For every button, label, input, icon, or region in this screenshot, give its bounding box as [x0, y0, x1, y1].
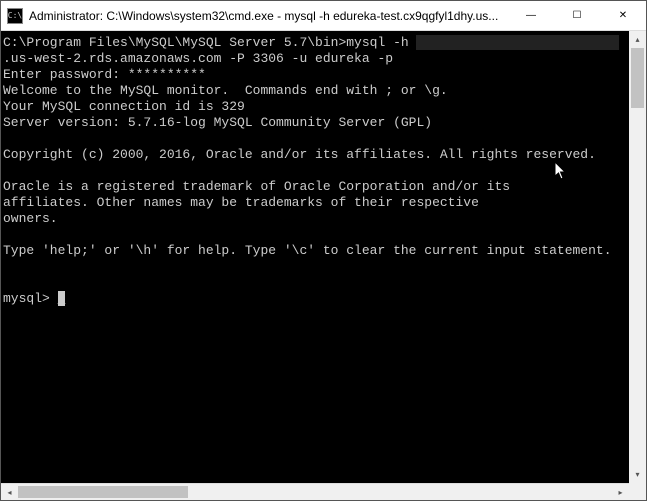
minimize-button[interactable]: —: [508, 1, 554, 30]
window-controls: — ☐ ✕: [508, 1, 646, 30]
scroll-down-arrow-icon[interactable]: ▾: [629, 466, 646, 483]
cmd-window: C:\ Administrator: C:\Windows\system32\c…: [0, 0, 647, 501]
text-line: affiliates. Other names may be trademark…: [3, 195, 479, 210]
cmd-icon: C:\: [7, 8, 23, 24]
text-line: Your MySQL connection id is 329: [3, 99, 245, 114]
text-line: Copyright (c) 2000, 2016, Oracle and/or …: [3, 147, 596, 162]
bottom-scroll-row: ◂ ▸: [1, 483, 646, 500]
scroll-thumb-vertical[interactable]: [631, 48, 644, 108]
text-line: C:\Program Files\MySQL\MySQL Server 5.7\…: [3, 35, 416, 50]
titlebar[interactable]: C:\ Administrator: C:\Windows\system32\c…: [1, 1, 646, 31]
close-button[interactable]: ✕: [600, 1, 646, 30]
scroll-thumb-horizontal[interactable]: [18, 486, 188, 498]
text-line: Welcome to the MySQL monitor. Commands e…: [3, 83, 448, 98]
text-line: Oracle is a registered trademark of Orac…: [3, 179, 510, 194]
text-line: .us-west-2.rds.amazonaws.com -P 3306 -u …: [3, 51, 393, 66]
horizontal-scrollbar[interactable]: ◂ ▸: [1, 483, 629, 500]
content-area: C:\Program Files\MySQL\MySQL Server 5.7\…: [1, 31, 646, 483]
terminal-output[interactable]: C:\Program Files\MySQL\MySQL Server 5.7\…: [1, 31, 629, 483]
text-line: Server version: 5.7.16-log MySQL Communi…: [3, 115, 432, 130]
mysql-prompt: mysql>: [3, 291, 58, 306]
redacted-host: [416, 35, 619, 50]
scroll-right-arrow-icon[interactable]: ▸: [612, 484, 629, 500]
scroll-track-vertical[interactable]: [629, 48, 646, 466]
scroll-left-arrow-icon[interactable]: ◂: [1, 484, 18, 500]
cursor-block: _: [58, 291, 66, 306]
scroll-up-arrow-icon[interactable]: ▴: [629, 31, 646, 48]
text-line: Type 'help;' or '\h' for help. Type '\c'…: [3, 243, 612, 258]
scroll-track-horizontal[interactable]: [18, 484, 612, 500]
scroll-corner: [629, 483, 646, 500]
text-line: owners.: [3, 211, 58, 226]
text-line: Enter password: **********: [3, 67, 206, 82]
window-title: Administrator: C:\Windows\system32\cmd.e…: [29, 9, 508, 23]
vertical-scrollbar[interactable]: ▴ ▾: [629, 31, 646, 483]
maximize-button[interactable]: ☐: [554, 1, 600, 30]
